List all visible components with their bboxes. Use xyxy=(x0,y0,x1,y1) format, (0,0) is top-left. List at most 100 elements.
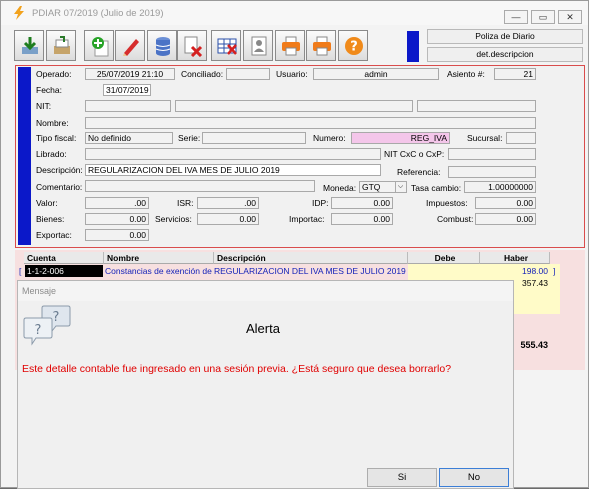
dialog-title-bar: Mensaje xyxy=(18,281,513,301)
bienes-field[interactable]: 0.00 xyxy=(85,213,149,225)
sucursal-field[interactable] xyxy=(506,132,536,144)
asiento-field[interactable]: 21 xyxy=(494,68,536,80)
col-cuenta-header[interactable]: Cuenta xyxy=(24,252,104,264)
print-button[interactable] xyxy=(275,30,305,61)
col-descripcion-header[interactable]: Descripción xyxy=(214,252,408,264)
database-icon xyxy=(155,37,171,56)
operado-label: Operado: xyxy=(36,69,72,79)
chevron-down-icon: ⌵ xyxy=(395,182,405,192)
nit-cxc-label: NIT CxC o CxP: xyxy=(384,149,445,159)
save-icon xyxy=(22,37,38,54)
col-nombre-header[interactable]: Nombre xyxy=(104,252,214,264)
impuestos-field[interactable]: 0.00 xyxy=(475,197,536,209)
edit-button[interactable] xyxy=(115,30,145,61)
exportac-field[interactable]: 0.00 xyxy=(85,229,149,241)
asiento-label: Asiento #: xyxy=(447,69,485,79)
svg-text:?: ? xyxy=(35,323,42,338)
isr-field[interactable]: .00 xyxy=(197,197,259,209)
usuario-label: Usuario: xyxy=(276,69,308,79)
row-haber[interactable]: 198.00 xyxy=(480,265,548,277)
usuario-field[interactable]: admin xyxy=(313,68,439,80)
operado-field[interactable]: 25/07/2019 21:10 xyxy=(85,68,175,80)
poliza-type-field[interactable]: Poliza de Diario xyxy=(427,29,583,44)
isr-label: ISR: xyxy=(177,198,194,208)
row-bracket-left: [ xyxy=(19,266,22,276)
poliza-desc-field[interactable]: det.descripcion xyxy=(427,47,583,62)
question-bubbles-icon: ? ? xyxy=(23,305,71,346)
delete-doc-button[interactable] xyxy=(177,30,207,61)
fecha-label: Fecha: xyxy=(36,85,62,95)
librado-field[interactable] xyxy=(85,148,381,160)
exportac-label: Exportac: xyxy=(36,230,72,240)
moneda-select[interactable]: GTQ ⌵ xyxy=(359,181,407,193)
impuestos-label: Impuestos: xyxy=(426,198,468,208)
idp-field[interactable]: 0.00 xyxy=(331,197,393,209)
print-alt-button[interactable] xyxy=(306,30,336,61)
no-button[interactable]: No xyxy=(439,468,509,487)
minimize-button[interactable]: — xyxy=(504,10,528,24)
document-button[interactable] xyxy=(243,30,273,61)
add-button[interactable] xyxy=(84,30,114,61)
yes-button[interactable]: Si xyxy=(367,468,437,487)
col-haber-header[interactable]: Haber xyxy=(480,252,550,264)
restore-button[interactable]: ▭ xyxy=(531,10,555,24)
moneda-label: Moneda: xyxy=(323,183,357,193)
valor-field[interactable]: .00 xyxy=(85,197,149,209)
row-cuenta[interactable]: 1-1-2-006 xyxy=(25,265,103,277)
grid-delete-button[interactable] xyxy=(211,30,241,61)
serie-label: Serie: xyxy=(178,133,201,143)
dialog-message: Este detalle contable fue ingresado en u… xyxy=(22,363,452,375)
nit-field[interactable] xyxy=(85,100,171,112)
tasa-field[interactable]: 1.00000000 xyxy=(464,181,536,193)
row-bracket-right: ] xyxy=(553,266,556,276)
window-title: PDIAR 07/2019 (Julio de 2019) xyxy=(32,8,164,19)
numero-field[interactable]: REG_IVA xyxy=(351,132,450,144)
row-debe[interactable] xyxy=(408,265,478,277)
row-nombre[interactable]: Constancias de exención de xyxy=(105,265,213,277)
importac-label: Importac: xyxy=(289,214,325,224)
svg-text:?: ? xyxy=(350,40,358,55)
fecha-field[interactable]: 31/07/2019 xyxy=(103,84,151,96)
nit-extra-field[interactable] xyxy=(417,100,536,112)
numero-label: Numero: xyxy=(313,133,346,143)
tipo-fiscal-label: Tipo fiscal: xyxy=(36,133,77,143)
help-button[interactable]: ? xyxy=(338,30,368,61)
close-button[interactable]: ✕ xyxy=(558,10,582,24)
printer-icon xyxy=(282,36,300,56)
descripcion-field[interactable]: REGULARIZACION DEL IVA MES DE JULIO 2019 xyxy=(85,164,381,176)
serie-field[interactable] xyxy=(202,132,306,144)
importac-field[interactable]: 0.00 xyxy=(331,213,393,225)
conciliado-field[interactable] xyxy=(226,68,270,80)
nombre-field[interactable] xyxy=(85,117,536,129)
row-descripcion[interactable]: REGULARIZACION DEL IVA MES DE JULIO 2019 xyxy=(214,265,407,277)
moneda-value: GTQ xyxy=(362,182,381,192)
librado-label: Librado: xyxy=(36,149,67,159)
delete-db-button[interactable] xyxy=(147,30,177,61)
combust-field[interactable]: 0.00 xyxy=(475,213,536,225)
main-window: PDIAR 07/2019 (Julio de 2019) — ▭ ✕ ? Po… xyxy=(0,0,589,489)
comentario-field[interactable] xyxy=(85,180,315,192)
printer-alt-icon xyxy=(313,36,331,56)
add-icon xyxy=(92,37,109,57)
servicios-field[interactable]: 0.00 xyxy=(197,213,259,225)
referencia-label: Referencia: xyxy=(397,167,441,177)
help-icon: ? xyxy=(345,37,363,55)
nit-name-field[interactable] xyxy=(175,100,413,112)
svg-text:?: ? xyxy=(53,310,60,325)
combust-label: Combust: xyxy=(437,214,474,224)
nit-cxc-field[interactable] xyxy=(448,148,536,160)
idp-label: IDP: xyxy=(312,198,329,208)
referencia-field[interactable] xyxy=(448,166,536,178)
col-debe-header[interactable]: Debe xyxy=(408,252,480,264)
dialog-title: Mensaje xyxy=(22,286,57,296)
table-delete-icon xyxy=(217,38,237,55)
alert-dialog: Mensaje ? ? Alerta Este detalle contable… xyxy=(17,280,514,489)
tasa-label: Tasa cambio: xyxy=(411,183,462,193)
tipo-fiscal-field[interactable]: No definido xyxy=(85,132,173,144)
stack-icon xyxy=(54,36,70,54)
print-stack-button[interactable] xyxy=(46,30,76,61)
dialog-heading: Alerta xyxy=(246,321,280,336)
comentario-label: Comentario: xyxy=(36,182,83,192)
save-button[interactable] xyxy=(14,30,44,61)
status-bar-indicator xyxy=(407,31,419,62)
